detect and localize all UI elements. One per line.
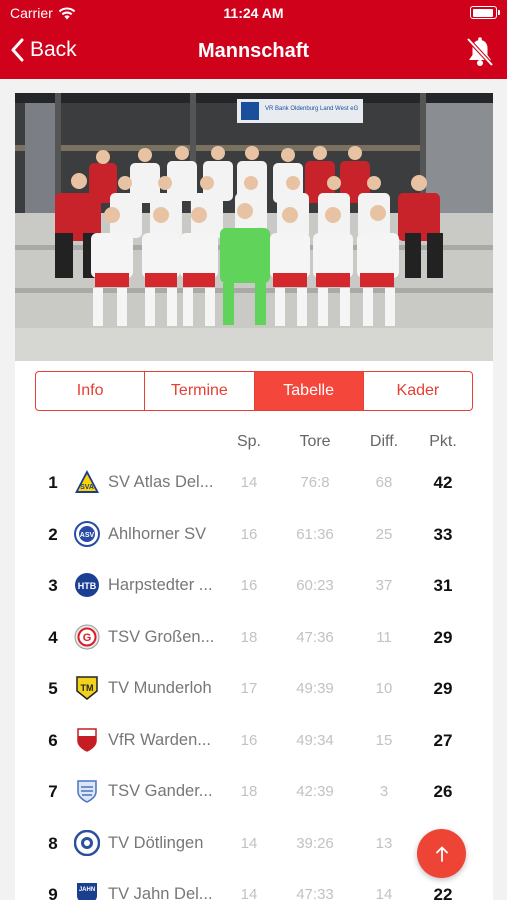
harpstedter-logo-icon: HTB [75, 573, 99, 597]
tv-doetlingen-logo-icon [74, 829, 100, 856]
row-diff: 37 [375, 577, 393, 594]
sponsor-sign: VR Bank Oldenburg Land West eG [265, 106, 359, 112]
row-games: 18 [240, 628, 258, 646]
row-goals: 60:23 [296, 577, 334, 594]
svg-text:TM: TM [81, 683, 94, 693]
row-games: 16 [240, 525, 258, 543]
table-row[interactable]: 9 JAHN TV Jahn Del... 14 47:33 14 22 [15, 869, 493, 900]
table-row[interactable]: 1 SVA SV Atlas Del... 14 76:8 68 42 [15, 457, 493, 509]
row-team: TV Jahn Del... [108, 885, 213, 900]
row-diff: 68 [375, 474, 393, 491]
tsv-ganderkesee-logo-icon [77, 780, 97, 803]
nav-bar: Back Mannschaft [0, 26, 507, 79]
clock: 11:24 AM [223, 5, 284, 21]
team-card: VR Bank Oldenburg Land West eG Info Term… [15, 93, 493, 900]
scroll-to-top-button[interactable] [417, 829, 466, 878]
header-games: Sp. [236, 433, 261, 450]
row-team: TSV Gander... [108, 782, 213, 800]
table-row[interactable]: 7 TSV Gander... 18 42:39 3 26 [15, 766, 493, 818]
league-table: 1 SVA SV Atlas Del... 14 76:8 68 42 2 AS… [15, 457, 493, 900]
row-diff: 25 [375, 525, 393, 543]
row-points: 29 [433, 627, 453, 647]
row-rank: 6 [48, 730, 58, 750]
row-games: 14 [240, 834, 258, 852]
tab-info[interactable]: Info [36, 372, 146, 410]
row-team: Harpstedter ... [108, 576, 213, 594]
row-games: 14 [240, 886, 258, 900]
row-points: 27 [433, 730, 453, 750]
vfr-wardenburg-logo-icon [77, 727, 97, 752]
tab-tabelle[interactable]: Tabelle [254, 372, 364, 410]
row-points: 22 [433, 885, 453, 900]
row-goals: 39:26 [296, 834, 334, 852]
segmented-tabs: Info Termine Tabelle Kader [35, 371, 473, 411]
row-rank: 2 [48, 524, 58, 544]
row-games: 18 [240, 783, 258, 800]
row-goals: 42:39 [296, 783, 334, 800]
row-rank: 8 [48, 833, 58, 853]
team-photo: VR Bank Oldenburg Land West eG [15, 93, 493, 361]
status-bar: Carrier 11:24 AM [0, 0, 507, 26]
row-team: TSV Großen... [108, 627, 215, 646]
row-games: 16 [240, 731, 258, 749]
row-rank: 7 [48, 782, 58, 801]
svg-text:SVA: SVA [80, 484, 94, 491]
row-points: 31 [433, 576, 453, 595]
row-goals: 61:36 [296, 525, 334, 543]
row-rank: 1 [48, 473, 58, 492]
tab-kader[interactable]: Kader [364, 372, 472, 410]
row-points: 29 [433, 679, 453, 698]
table-row[interactable]: 5 TM TV Munderloh 17 49:39 10 29 [15, 663, 493, 715]
row-rank: 9 [48, 885, 58, 900]
row-diff: 10 [375, 680, 393, 697]
row-games: 16 [240, 577, 258, 594]
row-goals: 49:39 [296, 680, 334, 697]
atlas-delmenhorst-logo-icon: SVA [75, 470, 99, 493]
row-diff: 13 [375, 834, 393, 852]
tv-jahn-delmenhorst-logo-icon: JAHN [77, 883, 97, 900]
table-row[interactable]: 3 HTB Harpstedter ... 16 60:23 37 31 [15, 560, 493, 612]
tab-termine[interactable]: Termine [145, 372, 255, 410]
row-team: VfR Warden... [108, 730, 212, 749]
row-goals: 76:8 [300, 474, 330, 491]
tsv-grossenkneten-logo-icon: G [74, 624, 100, 649]
row-team: Ahlhorner SV [108, 524, 207, 543]
battery-icon [470, 6, 500, 19]
header-goals: Tore [299, 433, 331, 450]
row-games: 14 [240, 474, 258, 491]
table-row[interactable]: 6 VfR Warden... 16 49:34 15 27 [15, 715, 493, 767]
row-goals: 47:33 [296, 886, 334, 900]
row-team: SV Atlas Del... [108, 473, 214, 491]
table-header: Sp. Tore Diff. Pkt. [15, 433, 493, 457]
row-goals: 47:36 [296, 628, 334, 646]
row-rank: 3 [48, 576, 58, 595]
arrow-up-icon [435, 846, 448, 862]
row-diff: 14 [375, 886, 393, 900]
header-points: Pkt. [429, 433, 457, 450]
svg-text:JAHN: JAHN [79, 887, 95, 893]
ahlhorner-sv-logo-icon: ASV [74, 520, 100, 547]
row-diff: 15 [375, 731, 393, 749]
row-team: TV Dötlingen [108, 833, 204, 852]
row-games: 17 [240, 680, 258, 697]
svg-text:G: G [83, 632, 92, 644]
row-rank: 5 [48, 679, 58, 698]
svg-text:HTB: HTB [78, 581, 97, 591]
row-points: 33 [433, 524, 453, 544]
row-diff: 3 [379, 783, 389, 800]
row-points: 42 [433, 473, 453, 492]
notifications-toggle[interactable] [465, 36, 495, 68]
header-diff: Diff. [369, 433, 399, 450]
row-rank: 4 [48, 627, 58, 647]
row-team: TV Munderloh [108, 679, 212, 697]
row-points: 26 [433, 782, 453, 801]
table-row[interactable]: 4 G TSV Großen... 18 47:36 11 29 [15, 612, 493, 664]
table-row[interactable]: 2 ASV Ahlhorner SV 16 61:36 25 33 [15, 509, 493, 561]
bell-off-icon [466, 37, 494, 67]
row-diff: 11 [376, 628, 392, 646]
tv-munderloh-logo-icon: TM [76, 676, 98, 700]
page-title: Mannschaft [197, 40, 310, 62]
row-goals: 49:34 [296, 731, 334, 749]
svg-text:ASV: ASV [80, 532, 95, 539]
